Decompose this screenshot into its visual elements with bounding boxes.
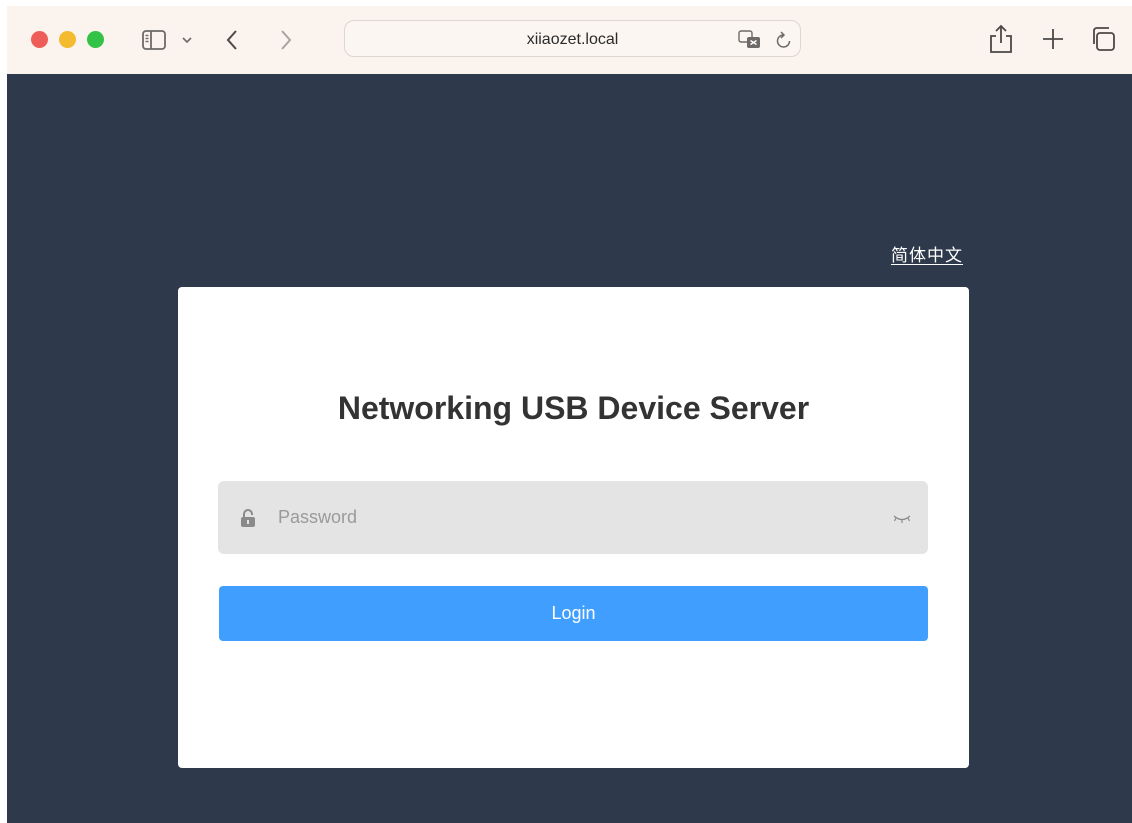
reload-icon[interactable] bbox=[775, 30, 793, 50]
maximize-window-button[interactable] bbox=[87, 31, 104, 48]
address-bar[interactable]: xiiaozet.local bbox=[344, 20, 801, 57]
address-text[interactable]: xiiaozet.local bbox=[345, 21, 800, 58]
back-icon[interactable] bbox=[219, 24, 245, 56]
plus-icon[interactable] bbox=[1040, 26, 1066, 52]
chevron-down-icon[interactable] bbox=[177, 24, 197, 56]
sidebar-icon[interactable] bbox=[134, 24, 174, 56]
password-input[interactable] bbox=[278, 481, 878, 554]
share-icon[interactable] bbox=[988, 24, 1014, 54]
browser-window: xiiaozet.local 简体中文 Networking USB Devic… bbox=[7, 6, 1132, 823]
forward-icon[interactable] bbox=[273, 24, 299, 56]
login-card: Networking USB Device Server Login bbox=[178, 287, 969, 768]
translate-icon[interactable] bbox=[738, 30, 762, 50]
minimize-window-button[interactable] bbox=[59, 31, 76, 48]
language-switch-link[interactable]: 简体中文 bbox=[891, 241, 963, 266]
page-content: 简体中文 Networking USB Device Server Login bbox=[7, 74, 1132, 823]
page-title: Networking USB Device Server bbox=[337, 390, 810, 426]
eye-closed-icon[interactable] bbox=[892, 513, 912, 525]
browser-toolbar: xiiaozet.local bbox=[7, 6, 1132, 74]
password-field[interactable] bbox=[218, 481, 928, 554]
lock-icon bbox=[241, 509, 255, 527]
close-window-button[interactable] bbox=[31, 31, 48, 48]
tabs-overview-icon[interactable] bbox=[1089, 25, 1117, 53]
login-button[interactable]: Login bbox=[219, 586, 928, 641]
